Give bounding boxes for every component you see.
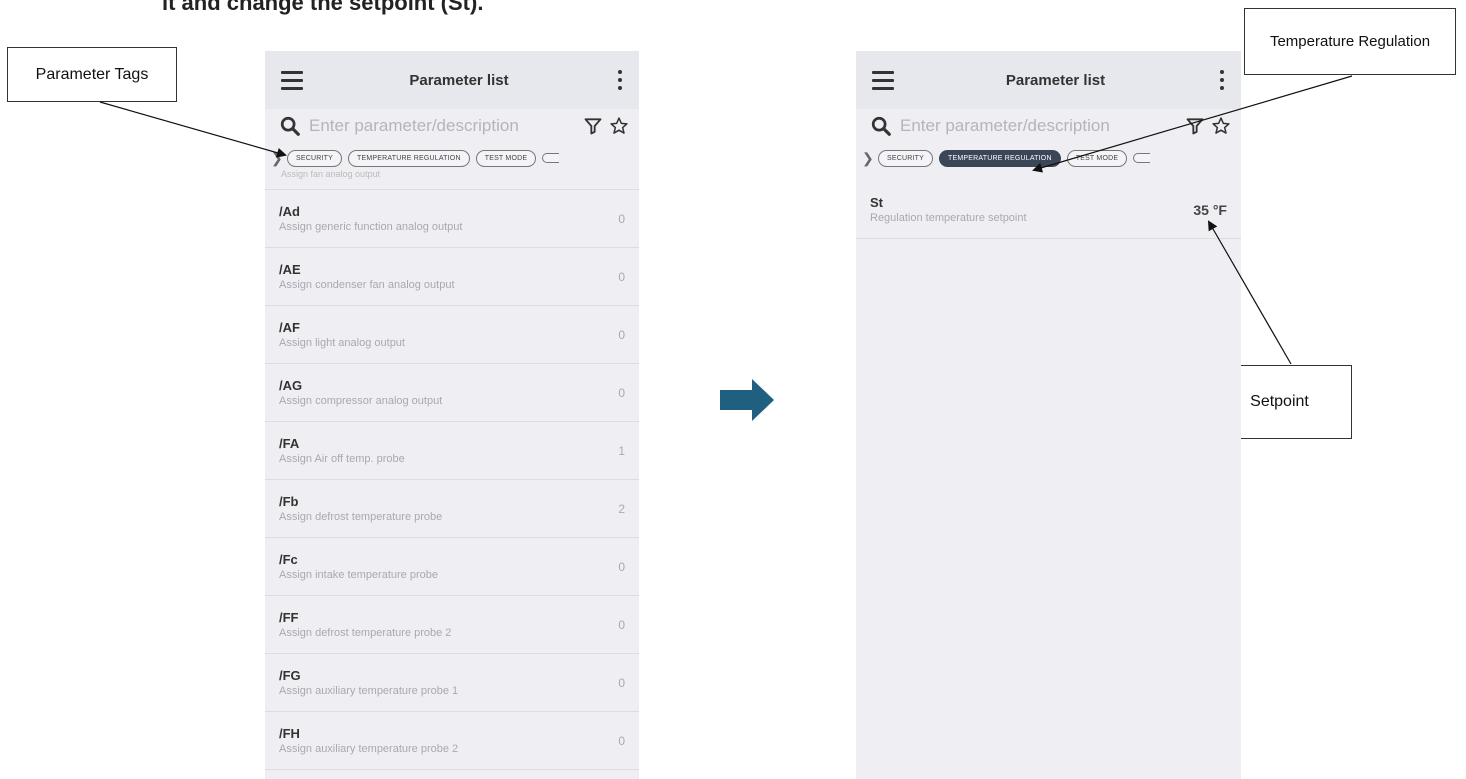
phone-screen-right: Parameter list Enter parameter/descripti… (856, 51, 1241, 779)
callout-temperature-regulation-label: Temperature Regulation (1269, 33, 1431, 50)
filter-icon[interactable] (583, 116, 603, 136)
search-input[interactable]: Enter parameter/description (309, 116, 577, 136)
list-item[interactable]: /FG Assign auxiliary temperature probe 1 0 (265, 654, 639, 712)
parameter-code: /AE (279, 262, 301, 277)
parameter-code: /FG (279, 668, 301, 683)
parameter-code: /Ad (279, 204, 300, 219)
list-item-text: /Ad Assign generic function analog output (279, 204, 462, 233)
parameter-value[interactable]: 0 (618, 270, 625, 284)
parameter-description: Assign Air off temp. probe (279, 453, 405, 465)
parameter-code: /FF (279, 610, 299, 625)
scroll-left-chevron-icon[interactable]: ❯ (862, 150, 874, 167)
list-item[interactable]: /AF Assign light analog output 0 (265, 306, 639, 364)
list-item[interactable]: /FH Assign auxiliary temperature probe 2 0 (265, 712, 639, 770)
tag-temperature-regulation-active[interactable]: TEMPERATURE REGULATION (939, 149, 1061, 167)
search-bar[interactable]: Enter parameter/description (856, 109, 1241, 143)
list-item-text: /FH Assign auxiliary temperature probe 2 (279, 726, 458, 755)
parameter-code: /AF (279, 320, 300, 335)
tag-test-mode[interactable]: TEST MODE (475, 149, 537, 167)
list-item-text: /Fc Assign intake temperature probe (279, 552, 438, 581)
parameter-value[interactable]: 2 (618, 502, 625, 516)
callout-parameter-tags: Parameter Tags (7, 47, 177, 102)
tag-partial[interactable] (1133, 153, 1151, 163)
parameter-value[interactable]: 35 °F (1193, 202, 1227, 218)
list-item[interactable]: /AE Assign condenser fan analog output 0 (265, 248, 639, 306)
menu-icon[interactable] (872, 70, 894, 90)
parameter-description: Assign defrost temperature probe 2 (279, 627, 452, 639)
app-header: Parameter list (856, 51, 1241, 109)
ghost-row-text: Assign fan analog output (281, 169, 381, 179)
parameter-description: Assign auxiliary temperature probe 2 (279, 743, 459, 755)
parameter-description: Assign defrost temperature probe (279, 511, 443, 523)
list-item[interactable]: /FF Assign defrost temperature probe 2 0 (265, 596, 639, 654)
callout-setpoint-label: Setpoint (1250, 393, 1309, 410)
parameter-description: Assign intake temperature probe (279, 569, 438, 581)
parameter-value[interactable]: 0 (618, 328, 625, 342)
parameter-list: /Ad Assign generic function analog output… (265, 189, 639, 770)
parameter-code: /AG (279, 378, 303, 393)
parameter-code: /Fb (279, 494, 299, 509)
parameter-value[interactable]: 0 (618, 212, 625, 226)
list-item-text: St Regulation temperature setpoint (870, 195, 1027, 224)
parameter-tags-row: ❯ SECURITY TEMPERATURE REGULATION TEST M… (856, 143, 1241, 173)
list-ghost: Assign fan analog output (265, 169, 639, 189)
phone-screen-left: Parameter list Enter parameter/descripti… (265, 51, 639, 779)
parameter-list: St Regulation temperature setpoint 35 °F (856, 181, 1241, 239)
tag-security[interactable]: SECURITY (287, 149, 342, 167)
list-item-text: /Fb Assign defrost temperature probe (279, 494, 442, 523)
list-item[interactable]: St Regulation temperature setpoint 35 °F (856, 181, 1241, 239)
list-item-text: /AE Assign condenser fan analog output (279, 262, 455, 291)
search-input[interactable]: Enter parameter/description (900, 116, 1179, 136)
parameter-code: /FH (279, 726, 300, 741)
parameter-description: Assign light analog output (279, 337, 405, 349)
filter-icon[interactable] (1185, 116, 1205, 136)
parameter-code: /Fc (279, 552, 298, 567)
list-item-text: /AG Assign compressor analog output (279, 378, 442, 407)
star-icon[interactable] (609, 116, 629, 136)
parameter-value[interactable]: 1 (618, 444, 625, 458)
page-title: Parameter list (1005, 71, 1106, 89)
star-icon[interactable] (1211, 116, 1231, 136)
pointer-parameter-tags (99, 101, 287, 158)
list-item-text: /FA Assign Air off temp. probe (279, 436, 405, 465)
parameter-code: /FA (279, 436, 300, 451)
scroll-left-chevron-icon[interactable]: ❯ (271, 150, 283, 167)
parameter-value[interactable]: 0 (618, 676, 625, 690)
app-header: Parameter list (265, 51, 639, 109)
tag-test-mode[interactable]: TEST MODE (1066, 149, 1128, 167)
tag-security[interactable]: SECURITY (878, 149, 933, 167)
page-title: Parameter list (409, 71, 509, 89)
list-item-text: /AF Assign light analog output (279, 320, 405, 349)
parameter-value[interactable]: 0 (618, 560, 625, 574)
transition-arrow-icon (720, 379, 774, 421)
list-item[interactable]: /FA Assign Air off temp. probe 1 (265, 422, 639, 480)
parameter-description: Assign generic function analog output (279, 221, 463, 233)
parameter-value[interactable]: 0 (618, 734, 625, 748)
list-item[interactable]: /AG Assign compressor analog output 0 (265, 364, 639, 422)
parameter-code: St (870, 195, 883, 210)
more-options-icon[interactable] (615, 70, 625, 90)
list-item-text: /FF Assign defrost temperature probe 2 (279, 610, 451, 639)
list-item[interactable]: /Fc Assign intake temperature probe 0 (265, 538, 639, 596)
parameter-description: Regulation temperature setpoint (870, 212, 1027, 224)
parameter-description: Assign auxiliary temperature probe 1 (279, 685, 459, 697)
search-bar[interactable]: Enter parameter/description (265, 109, 639, 143)
search-icon[interactable] (870, 115, 892, 137)
parameter-description: Assign condenser fan analog output (279, 279, 455, 291)
list-item[interactable]: /Fb Assign defrost temperature probe 2 (265, 480, 639, 538)
list-item[interactable]: /Ad Assign generic function analog output… (265, 190, 639, 248)
parameter-value[interactable]: 0 (618, 386, 625, 400)
parameter-value[interactable]: 0 (618, 618, 625, 632)
parameter-description: Assign compressor analog output (279, 395, 443, 407)
menu-icon[interactable] (281, 70, 303, 90)
callout-temperature-regulation: Temperature Regulation (1244, 8, 1456, 75)
tag-partial[interactable] (542, 153, 560, 163)
tag-temperature-regulation[interactable]: TEMPERATURE REGULATION (348, 149, 470, 167)
list-item-text: /FG Assign auxiliary temperature probe 1 (279, 668, 458, 697)
more-options-icon[interactable] (1217, 70, 1227, 90)
callout-parameter-tags-label: Parameter Tags (35, 65, 149, 83)
instruction-text: it and change the setpoint (St). (162, 0, 484, 15)
search-icon[interactable] (279, 115, 301, 137)
